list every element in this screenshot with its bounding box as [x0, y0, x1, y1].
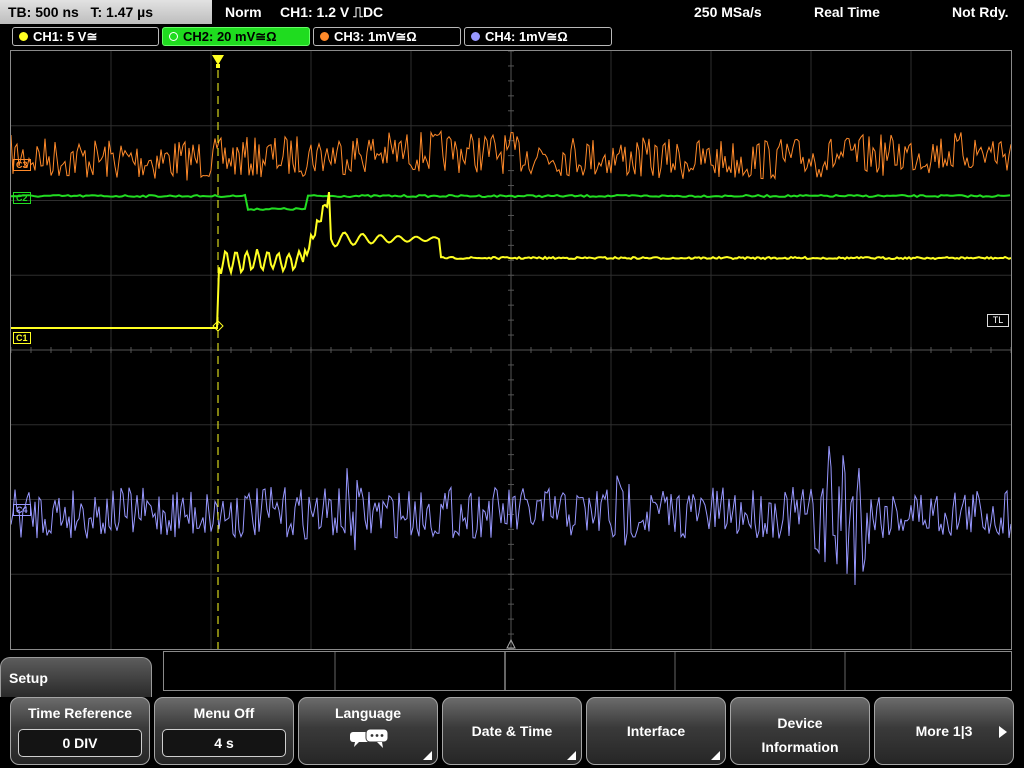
device-information-button[interactable]: Device Information [730, 697, 870, 765]
ch4-dot-icon [471, 32, 480, 41]
more-label: More 1|3 [915, 723, 973, 739]
menu-off-label: Menu Off [193, 705, 255, 721]
ch2-dot-icon [169, 32, 178, 41]
ch3-dot-icon [320, 32, 329, 41]
language-label: Language [334, 705, 402, 721]
ch4-label: CH4: 1mV≅Ω [485, 29, 568, 44]
ch1-label: CH1: 5 V≅ [33, 29, 98, 44]
tab-ch2[interactable]: CH2: 20 mV≅Ω [162, 27, 310, 46]
trigger-position-stem [216, 64, 220, 68]
waveform-display[interactable]: C3 C2 C1 C4 TL [10, 50, 1012, 650]
next-page-arrow-icon [999, 726, 1007, 738]
timebase-value: TB: 500 ns [8, 4, 79, 20]
ch2-label: CH2: 20 mV≅Ω [183, 29, 277, 44]
acquisition-mode: Real Time [814, 4, 880, 20]
speech-bubbles-icon [350, 728, 389, 748]
ch1-dot-icon [19, 32, 28, 41]
info-strip [163, 651, 1012, 691]
ready-state: Not Rdy. [952, 4, 1009, 20]
ch2-offset-marker[interactable]: C2 [13, 192, 31, 204]
timebase-panel[interactable]: TB: 500 ns T: 1.47 µs [0, 0, 212, 24]
trigger-mode[interactable]: Norm [225, 0, 262, 24]
trigger-position-icon [212, 55, 224, 65]
menu-off-value: 4 s [162, 729, 286, 757]
time-reference-label: Time Reference [27, 705, 132, 721]
more-button[interactable]: More 1|3 [874, 697, 1014, 765]
info-strip-grid [334, 652, 846, 690]
language-button[interactable]: Language [298, 697, 438, 765]
ch3-label: CH3: 1mV≅Ω [334, 29, 417, 44]
date-time-label: Date & Time [471, 723, 553, 739]
device-information-text: Device Information [731, 711, 869, 759]
time-reference-button[interactable]: Time Reference 0 DIV [10, 697, 150, 765]
sample-rate: 250 MSa/s [694, 4, 762, 20]
graticule [11, 51, 1011, 649]
channel-bar: CH1: 5 V≅ CH2: 20 mV≅Ω CH3: 1mV≅Ω CH4: 1… [0, 26, 1024, 48]
menu-off-button[interactable]: Menu Off 4 s [154, 697, 294, 765]
waveform-canvas [11, 51, 1011, 649]
submenu-corner-icon [423, 751, 432, 760]
trigger-time-value: T: 1.47 µs [90, 4, 154, 20]
tab-ch4[interactable]: CH4: 1mV≅Ω [464, 27, 612, 46]
ch3-offset-marker[interactable]: C3 [13, 159, 31, 171]
tab-ch1[interactable]: CH1: 5 V≅ [12, 27, 159, 46]
interface-label: Interface [626, 723, 686, 739]
trigger-level-marker[interactable]: TL [987, 314, 1009, 327]
tab-ch3[interactable]: CH3: 1mV≅Ω [313, 27, 461, 46]
device-information-line1: Device [777, 715, 823, 731]
submenu-corner-icon [567, 751, 576, 760]
menu-title: Setup [9, 670, 48, 686]
ch1-offset-marker[interactable]: C1 [13, 332, 31, 344]
ch4-offset-marker[interactable]: C4 [13, 504, 31, 516]
menu-title-tab: Setup [0, 657, 152, 697]
submenu-corner-icon [711, 751, 720, 760]
device-information-line2: Information [761, 739, 839, 755]
date-time-button[interactable]: Date & Time [442, 697, 582, 765]
interface-button[interactable]: Interface [586, 697, 726, 765]
status-bar: TB: 500 ns T: 1.47 µs Norm CH1: 1.2 V ⎍D… [0, 0, 1024, 26]
time-reference-value: 0 DIV [18, 729, 142, 757]
trigger-setting[interactable]: CH1: 1.2 V ⎍DC [280, 0, 383, 24]
